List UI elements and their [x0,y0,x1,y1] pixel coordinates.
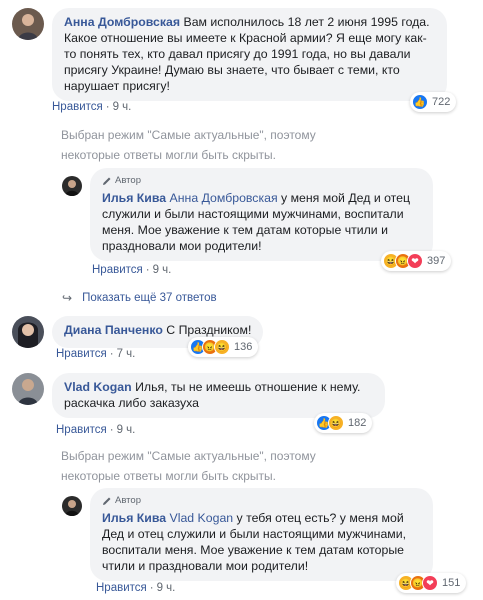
like-link[interactable]: Нравится [92,264,143,276]
pencil-icon [103,497,111,505]
reaction-count: 182 [348,417,367,429]
like-link[interactable]: Нравится [56,348,107,360]
reply-arrow-icon: ↪ [62,291,73,305]
comment-bubble: Vlad Kogan Илья, ты не имеешь отношение … [52,373,385,418]
reaction-count: 151 [442,577,461,589]
author-badge: Автор [102,494,421,508]
reactions-summary[interactable]: 👍 😠 😆 136 [188,337,259,357]
comment-actions: Нравится · 9 ч. [52,101,131,113]
like-link[interactable]: Нравится [96,582,147,594]
avatar[interactable] [12,8,44,40]
comment-bubble: Автор Илья Кива Vlad Kogan у тебя отец е… [90,488,433,581]
separator: · [105,101,110,113]
like-link[interactable]: Нравится [52,101,103,113]
reactions-summary[interactable]: 😆 😠 ❤ 151 [396,573,467,593]
reactions-summary[interactable]: 👍 722 [410,92,457,112]
comment-author[interactable]: Илья Кива [102,511,166,525]
comment-actions: Нравится · 9 ч. [96,582,175,594]
filter-notice: Выбран режим "Самые актуальные", поэтому… [61,128,316,162]
timestamp[interactable]: 9 ч. [153,264,172,276]
comment-actions: Нравится · 9 ч. [56,424,135,436]
timestamp[interactable]: 9 ч. [157,582,176,594]
comment-author[interactable]: Анна Домбровская [64,15,180,29]
comment-actions: Нравится · 9 ч. [92,264,171,276]
reaction-count: 136 [234,341,253,353]
comment-bubble: Автор Илья Кива Анна Домбровская у меня … [90,168,433,261]
haha-reaction-icon: 😆 [328,415,344,431]
timestamp[interactable]: 9 ч. [113,101,132,113]
timestamp[interactable]: 9 ч. [117,424,136,436]
heart-reaction-icon: ❤ [407,253,423,269]
comment-author[interactable]: Илья Кива [102,191,166,205]
show-more-replies-label[interactable]: Показать ещё 37 ответов [82,292,217,304]
avatar[interactable] [12,316,44,348]
show-more-replies[interactable]: ↪ Показать ещё 37 ответов [62,291,217,305]
mention-link[interactable]: Vlad Kogan [170,511,234,525]
separator: · [149,582,154,594]
heart-reaction-icon: ❤ [422,575,438,591]
like-reaction-icon: 👍 [412,94,428,110]
avatar[interactable] [62,496,82,516]
comment: Анна Домбровская Вам исполнилось 18 лет … [12,8,447,101]
timestamp[interactable]: 7 ч. [117,348,136,360]
comment-bubble: Анна Домбровская Вам исполнилось 18 лет … [52,8,447,101]
comment-author[interactable]: Vlad Kogan [64,380,132,394]
reply: Автор Илья Кива Vlad Kogan у тебя отец е… [62,488,433,581]
reactions-summary[interactable]: 👍 😆 182 [314,413,373,433]
comment: Vlad Kogan Илья, ты не имеешь отношение … [12,373,385,418]
separator: · [109,424,114,436]
separator: · [145,264,150,276]
reactions-summary[interactable]: 😆 😠 ❤ 397 [381,251,452,271]
avatar[interactable] [62,176,82,196]
reaction-count: 722 [432,96,451,108]
separator: · [109,348,114,360]
avatar[interactable] [12,373,44,405]
comment-actions: Нравится · 7 ч. [56,348,135,360]
reaction-count: 397 [427,255,446,267]
filter-notice: Выбран режим "Самые актуальные", поэтому… [61,449,316,483]
pencil-icon [103,177,111,185]
like-link[interactable]: Нравится [56,424,107,436]
haha-reaction-icon: 😆 [214,339,230,355]
comment-text: С Праздником! [166,323,252,337]
comment-author[interactable]: Диана Панченко [64,323,163,337]
mention-link[interactable]: Анна Домбровская [170,191,278,205]
author-badge: Автор [102,174,421,188]
reply: Автор Илья Кива Анна Домбровская у меня … [62,168,433,261]
